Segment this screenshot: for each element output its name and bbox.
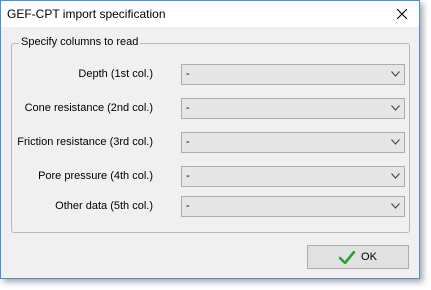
friction-resistance-select[interactable]: - bbox=[181, 132, 405, 153]
check-icon bbox=[339, 250, 356, 264]
cone-resistance-select-value: - bbox=[186, 102, 190, 114]
depth-label: Depth (1st col.) bbox=[78, 68, 153, 80]
ok-button[interactable]: OK bbox=[307, 245, 409, 269]
ok-button-label: OK bbox=[361, 251, 377, 263]
chevron-down-icon bbox=[391, 173, 400, 179]
window-title: GEF-CPT import specification bbox=[7, 7, 166, 21]
friction-resistance-label: Friction resistance (3rd col.) bbox=[17, 136, 153, 148]
cone-resistance-select[interactable]: - bbox=[181, 98, 405, 119]
depth-select-value: - bbox=[186, 68, 190, 80]
friction-resistance-select-value: - bbox=[186, 136, 190, 148]
close-button[interactable] bbox=[385, 1, 419, 27]
pore-pressure-select[interactable]: - bbox=[181, 166, 405, 187]
columns-groupbox: Specify columns to read Depth (1st col.)… bbox=[11, 36, 410, 233]
chevron-down-icon bbox=[391, 139, 400, 145]
groupbox-legend: Specify columns to read bbox=[19, 36, 141, 48]
other-data-label: Other data (5th col.) bbox=[55, 200, 153, 212]
cone-resistance-label: Cone resistance (2nd col.) bbox=[24, 102, 153, 114]
chevron-down-icon bbox=[391, 105, 400, 111]
chevron-down-icon bbox=[391, 71, 400, 77]
other-data-select[interactable]: - bbox=[181, 196, 405, 217]
depth-select[interactable]: - bbox=[181, 64, 405, 85]
dialog-window: GEF-CPT import specification Specify col… bbox=[0, 0, 420, 279]
chevron-down-icon bbox=[391, 203, 400, 209]
other-data-select-value: - bbox=[186, 200, 190, 212]
pore-pressure-select-value: - bbox=[186, 170, 190, 182]
close-icon bbox=[397, 9, 407, 19]
title-bar: GEF-CPT import specification bbox=[1, 1, 419, 27]
pore-pressure-label: Pore pressure (4th col.) bbox=[38, 170, 153, 182]
